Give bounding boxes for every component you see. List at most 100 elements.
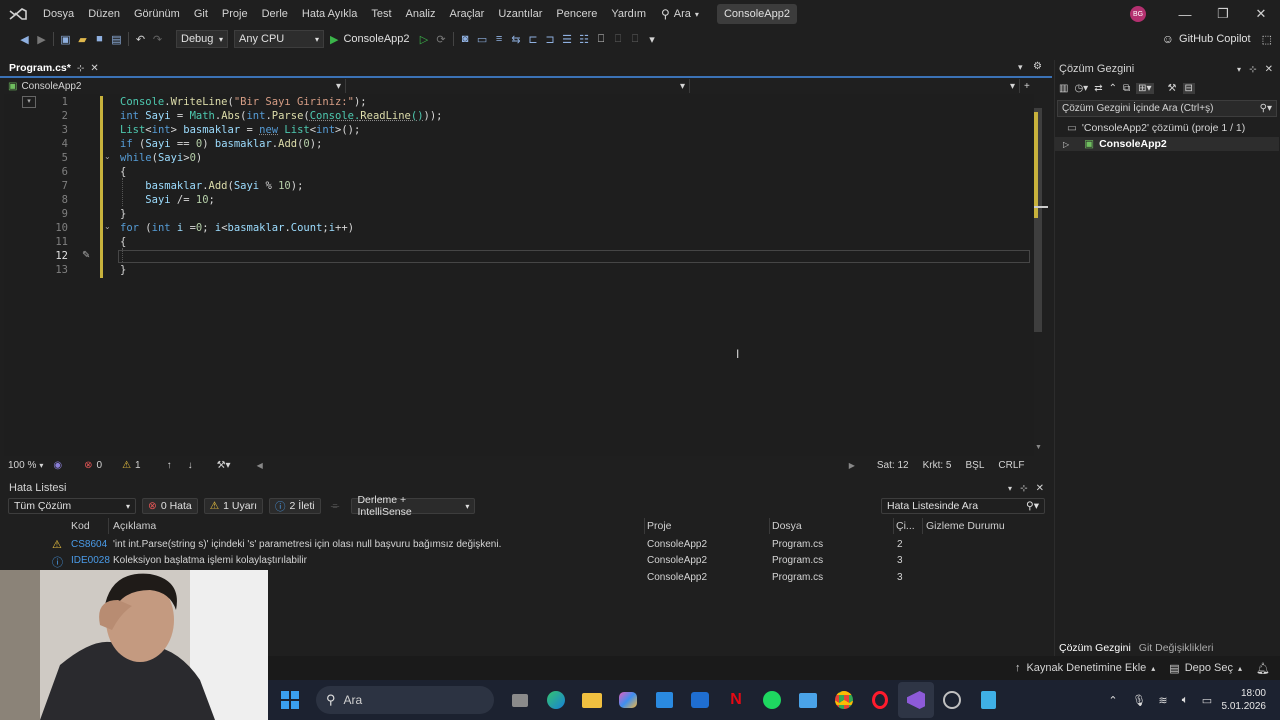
menu-proje[interactable]: Proje <box>215 0 255 28</box>
minimize-button[interactable]: — <box>1166 0 1204 28</box>
errors-filter-button[interactable]: ⊗ 0 Hata <box>142 498 198 514</box>
chevron-up-icon[interactable]: ▴ <box>1238 664 1242 673</box>
indent-icon[interactable]: ☰ <box>559 30 576 48</box>
notepad-icon[interactable] <box>970 682 1006 718</box>
github-desktop-icon[interactable] <box>934 682 970 718</box>
chevron-down-icon[interactable]: ▾ <box>39 461 43 470</box>
copilot-button[interactable]: ☺ GitHub Copilot ⬚ <box>1162 32 1272 46</box>
comment-icon[interactable]: ≡ <box>491 30 508 48</box>
project-nav-dropdown[interactable]: ▣ ConsoleApp2 ▾ <box>4 79 346 93</box>
wifi-icon[interactable]: ≋ <box>1152 682 1174 718</box>
chevron-up-icon[interactable]: ▴ <box>1151 664 1155 673</box>
hscroll-left-icon[interactable]: ◀ <box>257 461 263 470</box>
tree-solution-node[interactable]: ▭ 'ConsoleApp2' çözümü (proje 1 / 1) <box>1067 121 1245 135</box>
prev-issue-icon[interactable]: ↑ <box>167 460 172 471</box>
clock[interactable]: 18:00 5.01.2026 <box>1218 687 1267 713</box>
fold-toggle-icon[interactable]: ⌄ <box>104 152 111 161</box>
tray-overflow-icon[interactable]: ⌃ <box>1100 682 1126 718</box>
align-left-icon[interactable]: ⊏ <box>525 30 542 48</box>
code-editor[interactable]: ▾ 1 2 3 4 5 6 7 8 9 10 11 12 13 ⌄ ⌄ ✎ Co… <box>4 94 1048 456</box>
quick-action-icon[interactable]: ✎ <box>82 250 90 261</box>
toolbar-overflow-icon[interactable]: ▾ <box>644 30 661 48</box>
volume-icon[interactable]: 🔈︎ <box>1174 682 1196 718</box>
pin-icon[interactable]: ⊹ <box>1249 64 1257 75</box>
hscroll-right-icon[interactable]: ▶ <box>849 461 855 470</box>
messages-filter-button[interactable]: ⓘ 2 İleti <box>269 498 321 514</box>
menu-duzen[interactable]: Düzen <box>81 0 127 28</box>
solution-search[interactable]: Çözüm Gezgini İçinde Ara (Ctrl+ş) ⚲▾ <box>1057 100 1277 117</box>
start-button-icon[interactable] <box>272 682 308 718</box>
col-line[interactable]: Çi... <box>896 520 915 532</box>
notifications-icon[interactable]: 🔔︎ <box>1256 662 1270 675</box>
undo-icon[interactable]: ↶ <box>132 30 149 48</box>
taskbar-search[interactable]: ⚲ Ara <box>316 686 494 714</box>
close-button[interactable]: ✕ <box>1242 0 1280 28</box>
panel-menu-icon[interactable]: ▾ <box>1237 65 1241 74</box>
camera-icon[interactable]: ◙ <box>457 30 474 48</box>
error-list-search[interactable]: Hata Listesinde Ara ⚲▾ <box>881 498 1045 514</box>
layout-icon[interactable]: ▭ <box>474 30 491 48</box>
platform-select[interactable]: Any CPU ▾ <box>234 30 324 48</box>
bookmark-prev-icon[interactable]: ⎕ <box>610 30 627 48</box>
settings-icon[interactable]: ⚙ <box>1033 61 1042 72</box>
tab-program-cs[interactable]: Program.cs* ⊹ ✕ <box>4 60 104 76</box>
table-row[interactable]: ⓘ IDE0028 Koleksiyon başlatma işlemi kol… <box>4 553 1044 569</box>
align-right-icon[interactable]: ⊐ <box>542 30 559 48</box>
opera-icon[interactable] <box>862 682 898 718</box>
tab-list-dropdown-icon[interactable]: ▾ <box>1018 62 1023 73</box>
warnings-filter-button[interactable]: ⚠ 1 Uyarı <box>203 498 264 514</box>
split-icon[interactable]: + <box>1020 79 1034 93</box>
menu-hata-ayikla[interactable]: Hata Ayıkla <box>295 0 364 28</box>
menu-dosya[interactable]: Dosya <box>36 0 81 28</box>
row-code[interactable]: IDE0028 <box>71 555 110 566</box>
edge-icon[interactable] <box>538 682 574 718</box>
start-without-debug-icon[interactable]: ▷ <box>416 30 433 48</box>
source-control-button[interactable]: Kaynak Denetimine Ekle <box>1026 662 1146 674</box>
menu-analiz[interactable]: Analiz <box>399 0 443 28</box>
menu-pencere[interactable]: Pencere <box>549 0 604 28</box>
build-filter-select[interactable]: Derleme + IntelliSense ▾ <box>351 494 476 518</box>
properties-icon[interactable]: ⚒ <box>1168 83 1177 94</box>
file-explorer-icon[interactable] <box>574 682 610 718</box>
format-icon[interactable]: ⇆ <box>508 30 525 48</box>
preview-icon[interactable]: ⊟ <box>1182 82 1195 94</box>
spotify-icon[interactable] <box>754 682 790 718</box>
home-icon[interactable]: ▥ <box>1059 83 1068 94</box>
view-switch-icon[interactable]: ⊞▾ <box>1136 82 1154 94</box>
col-file[interactable]: Dosya <box>772 520 802 532</box>
menu-uzantilar[interactable]: Uzantılar <box>491 0 549 28</box>
code-health-icon[interactable]: ◉ <box>53 460 62 471</box>
menu-git[interactable]: Git <box>187 0 215 28</box>
open-folder-icon[interactable]: ▰ <box>74 30 91 48</box>
run-button[interactable]: ▶ ConsoleApp2 <box>330 33 410 46</box>
solution-name-badge[interactable]: ConsoleApp2 <box>716 4 797 24</box>
filter-icon[interactable]: ⌯ <box>331 500 340 513</box>
expand-arrow-icon[interactable]: ▷ <box>1063 140 1069 149</box>
tree-project-node[interactable]: ▷ ▣ ConsoleApp2 <box>1055 137 1279 151</box>
tab-solution-explorer[interactable]: Çözüm Gezgini <box>1055 642 1135 654</box>
pin-icon[interactable]: ⊹ <box>77 63 85 74</box>
scroll-down-icon[interactable]: ▼ <box>1035 444 1042 451</box>
back-icon[interactable]: ◀ <box>16 30 33 48</box>
save-all-icon[interactable]: ▤ <box>108 30 125 48</box>
fold-toggle-icon[interactable]: ⌄ <box>104 222 111 231</box>
col-suppression[interactable]: Gizleme Durumu <box>926 520 1005 532</box>
pin-icon[interactable]: ⊹ <box>1020 483 1028 494</box>
visual-studio-logo-icon[interactable] <box>0 0 36 28</box>
netflix-icon[interactable]: N <box>718 682 754 718</box>
visual-studio-task-icon[interactable] <box>898 682 934 718</box>
line-ending[interactable]: CRLF <box>998 460 1024 471</box>
error-icon[interactable]: ⊗ <box>84 460 92 471</box>
save-icon[interactable]: ■ <box>91 30 108 48</box>
bookmark-icon[interactable]: ⎕ <box>593 30 610 48</box>
outdent-icon[interactable]: ☷ <box>576 30 593 48</box>
table-row[interactable]: ⚠ CS8604 'int int.Parse(string s)' içind… <box>4 537 1044 553</box>
collapse-all-icon[interactable]: ⌃ <box>1109 83 1117 94</box>
zoom-level[interactable]: 100 % <box>8 460 36 471</box>
horizontal-scrollbar[interactable] <box>269 461 849 469</box>
next-issue-icon[interactable]: ↓ <box>188 460 193 471</box>
restore-button[interactable]: ❐ <box>1204 0 1242 28</box>
history-icon[interactable]: ◷▾ <box>1074 83 1088 94</box>
forward-icon[interactable]: ▶ <box>33 30 50 48</box>
menu-yardim[interactable]: Yardım <box>604 0 653 28</box>
